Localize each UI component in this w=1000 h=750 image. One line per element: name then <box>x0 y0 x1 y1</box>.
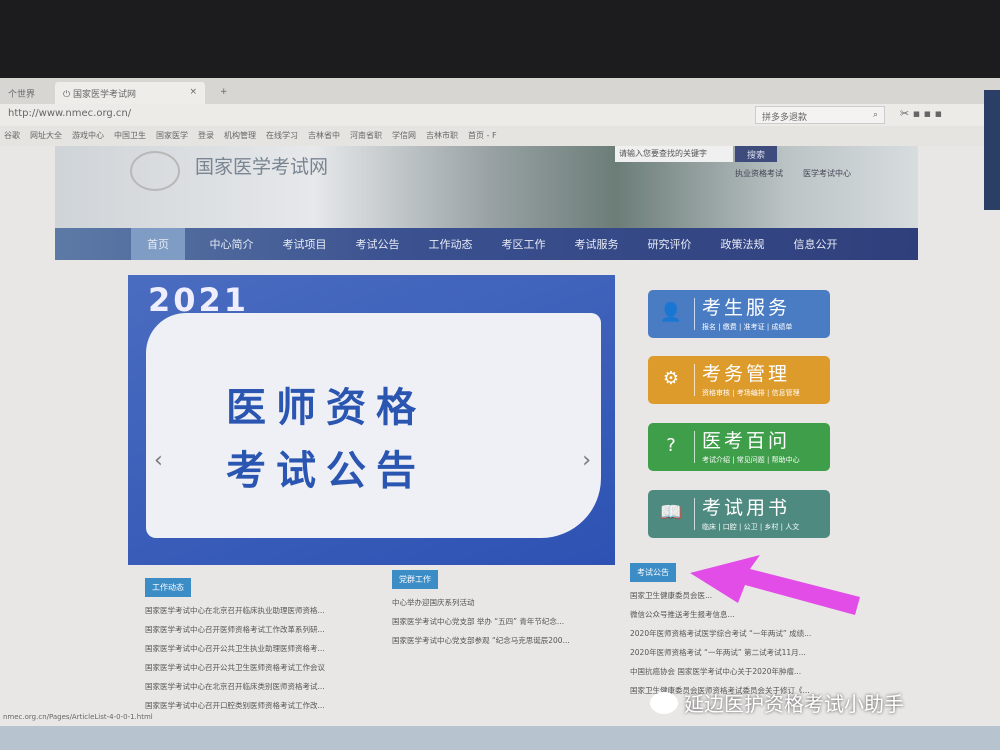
bookmark[interactable]: 网址大全 <box>30 130 62 142</box>
section-party-work: 党群工作 中心举办迎国庆系列活动 国家医学考试中心党支部 举办 “五四” 青年节纪… <box>392 570 570 654</box>
service-sub: 临床 | 口腔 | 公卫 | 乡村 | 人文 <box>702 523 800 531</box>
user-icon: 👤 <box>659 302 683 323</box>
tab-previous[interactable]: 个世界 <box>0 82 43 104</box>
slide-line: 考试公告 <box>226 448 426 494</box>
service-button-exam-admin[interactable]: ⚙ 考务管理资格审核 | 考场编排 | 信息管理 <box>648 356 830 404</box>
main-nav: 首页 中心简介 考试项目 考试公告 工作动态 考区工作 考试服务 研究评价 政策法规 信息公开 <box>55 228 918 260</box>
site-search-button[interactable]: 搜索 <box>735 146 777 162</box>
taskbar[interactable] <box>0 726 1000 750</box>
service-sub: 报名 | 缴费 | 准考证 | 成绩单 <box>702 323 793 331</box>
nav-item[interactable]: 考试服务 <box>560 228 633 260</box>
toolbar-icons[interactable]: ✂ ▪ ▪ ▪ <box>900 107 942 120</box>
news-link[interactable]: 国家医学考试中心在北京召开临床执业助理医师资格... <box>145 605 325 616</box>
top-link[interactable]: 医学考试中心 <box>803 168 851 179</box>
section-work-news: 工作动态 国家医学考试中心在北京召开临床执业助理医师资格... 国家医学考试中心召… <box>145 578 325 719</box>
news-link[interactable]: 国家医学考试中心党支部参观 “纪念马克思诞辰200... <box>392 635 570 646</box>
bookmark[interactable]: 机构管理 <box>224 130 256 142</box>
news-link[interactable]: 2020年医师资格考试医学综合考试 “一年两试” 成绩... <box>630 628 811 639</box>
nav-item[interactable]: 考试公告 <box>341 228 414 260</box>
service-sub: 资格审核 | 考场编排 | 信息管理 <box>702 389 800 397</box>
site-banner: 国家医学考试网 请输入您要查找的关键字 搜索 执业资格考试 医学考试中心 <box>55 146 918 228</box>
news-link[interactable]: 2020年医师资格考试 “一年两试” 第二试考试11月... <box>630 647 811 658</box>
service-title: 考生服务 <box>702 297 791 319</box>
site-logo[interactable] <box>130 151 180 191</box>
address-bar: http://www.nmec.org.cn/ 拼多多退款 ⌕ ✂ ▪ ▪ ▪ <box>0 104 1000 126</box>
news-link[interactable]: 中国抗癌协会 国家医学考试中心关于2020年肿瘤... <box>630 666 811 677</box>
service-title: 考试用书 <box>702 497 791 519</box>
url-input[interactable]: http://www.nmec.org.cn/ <box>8 108 131 119</box>
nav-item[interactable]: 工作动态 <box>414 228 487 260</box>
nav-item[interactable]: 政策法规 <box>706 228 779 260</box>
bookmark[interactable]: 中国卫生 <box>114 130 146 142</box>
wechat-icon <box>650 691 678 714</box>
watermark: 延边医护资格考试小助手 <box>650 688 904 717</box>
service-button-books[interactable]: 📖 考试用书临床 | 口腔 | 公卫 | 乡村 | 人文 <box>648 490 830 538</box>
carousel-slide[interactable]: 医师资格 考试公告 ‹ › <box>146 313 601 538</box>
news-link[interactable]: 中心举办迎国庆系列活动 <box>392 597 570 608</box>
tab-active[interactable]: ⏻ 国家医学考试网 × <box>55 82 205 104</box>
service-button-faq[interactable]: ? 医考百问考试介绍 | 常见问题 | 帮助中心 <box>648 423 830 471</box>
bookmark[interactable]: 游戏中心 <box>72 130 104 142</box>
tab-bar: 个世界 ⏻ 国家医学考试网 × + <box>0 78 1000 104</box>
chevron-right-icon[interactable]: › <box>582 448 591 473</box>
section-tab[interactable]: 工作动态 <box>145 578 191 597</box>
bookmark[interactable]: 河南省职 <box>350 130 382 142</box>
carousel[interactable]: 2021 医师资格 考试公告 ‹ › <box>128 275 615 565</box>
bookmark[interactable]: 吉林市职 <box>426 130 458 142</box>
news-link[interactable]: 国家医学考试中心召开公共卫生医师资格考试工作会议 <box>145 662 325 673</box>
watermark-text: 延边医护资格考试小助手 <box>684 692 904 716</box>
bookmark[interactable]: 谷歌 <box>4 130 20 142</box>
service-title: 考务管理 <box>702 363 791 385</box>
chevron-left-icon[interactable]: ‹ <box>154 448 163 473</box>
search-value: 拼多多退款 <box>762 113 808 123</box>
bookmark[interactable]: 吉林省中 <box>308 130 340 142</box>
close-tab-icon[interactable]: × <box>189 87 197 97</box>
news-link[interactable]: 国家医学考试中心党支部 举办 “五四” 青年节纪念... <box>392 616 570 627</box>
search-icon[interactable]: ⌕ <box>873 110 878 120</box>
gear-icon: ⚙ <box>662 368 680 389</box>
nav-item[interactable]: 中心简介 <box>195 228 268 260</box>
bookmark[interactable]: 首页 - F <box>468 130 497 142</box>
section-tab[interactable]: 考试公告 <box>630 563 676 582</box>
nav-item[interactable]: 首页 <box>131 228 185 260</box>
nav-item[interactable]: 考试项目 <box>268 228 341 260</box>
bookmark[interactable]: 登录 <box>198 130 214 142</box>
book-icon: 📖 <box>659 502 683 523</box>
service-title: 医考百问 <box>702 430 791 452</box>
news-link[interactable]: 国家医学考试中心召开公共卫生执业助理医师资格考... <box>145 643 325 654</box>
bookmarks-bar: 谷歌 网址大全 游戏中心 中国卫生 国家医学 登录 机构管理 在线学习 吉林省中 河南省职 学信网吉… <box>0 126 1000 146</box>
power-icon: ⏻ <box>63 90 73 100</box>
bookmark[interactable]: 学信网 <box>392 130 416 142</box>
nav-item[interactable]: 考区工作 <box>487 228 560 260</box>
browser-search-input[interactable]: 拼多多退款 ⌕ <box>755 106 885 124</box>
new-tab-button[interactable]: + <box>212 82 236 104</box>
nav-item[interactable]: 信息公开 <box>779 228 852 260</box>
top-link[interactable]: 执业资格考试 <box>735 168 783 179</box>
arrow-annotation <box>690 555 860 615</box>
question-icon: ? <box>666 435 676 456</box>
site-search-input[interactable]: 请输入您要查找的关键字 <box>615 146 733 162</box>
site-title[interactable]: 国家医学考试网 <box>195 152 328 179</box>
side-panel[interactable] <box>984 90 1000 210</box>
nav-item[interactable]: 研究评价 <box>633 228 706 260</box>
bookmark[interactable]: 在线学习 <box>266 130 298 142</box>
news-link[interactable]: 国家医学考试中心召开医师资格考试工作改革系列研... <box>145 624 325 635</box>
service-sub: 考试介绍 | 常见问题 | 帮助中心 <box>702 456 800 464</box>
bookmark[interactable]: 国家医学 <box>156 130 188 142</box>
news-link[interactable]: 国家医学考试中心在北京召开临床类别医师资格考试... <box>145 681 325 692</box>
service-button-candidate[interactable]: 👤 考生服务报名 | 缴费 | 准考证 | 成绩单 <box>648 290 830 338</box>
section-tab[interactable]: 党群工作 <box>392 570 438 589</box>
screen: 个世界 ⏻ 国家医学考试网 × + http://www.nmec.org.cn/… <box>0 78 1000 750</box>
tab-title: 国家医学考试网 <box>72 90 136 100</box>
slide-line: 医师资格 <box>226 385 426 431</box>
